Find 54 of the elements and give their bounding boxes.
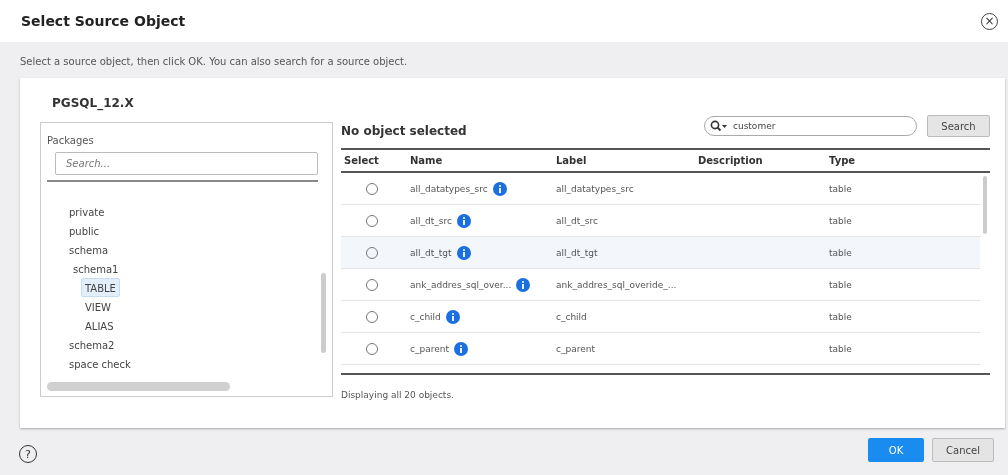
table-cell-text: all_dt_tgt bbox=[555, 247, 599, 258]
info-icon[interactable] bbox=[492, 181, 507, 196]
table-cell-text: table bbox=[828, 279, 853, 290]
scrollbar[interactable] bbox=[321, 273, 326, 353]
selection-heading: No object selected bbox=[341, 124, 468, 138]
tree-item[interactable]: schema bbox=[65, 240, 113, 259]
table-cell-text: ank_addres_sql_overide_... bbox=[555, 279, 678, 290]
scrollbar[interactable] bbox=[983, 176, 987, 234]
object-count: Displaying all 20 objects. bbox=[341, 390, 454, 400]
table-cell: c_parent bbox=[410, 343, 449, 354]
tree-item[interactable]: schema2 bbox=[65, 335, 119, 354]
scrollbar[interactable] bbox=[47, 382, 230, 391]
search-field[interactable]: customer bbox=[704, 116, 917, 136]
table-cell-text: table bbox=[828, 183, 853, 194]
table-cell: all_dt_tgt bbox=[410, 247, 452, 258]
table-cell-text: c_child bbox=[555, 311, 588, 322]
tree-item[interactable]: public bbox=[65, 221, 104, 240]
column-header: Select bbox=[343, 155, 380, 166]
table-cell-text: table bbox=[828, 247, 853, 258]
column-header: Label bbox=[555, 155, 588, 166]
info-icon[interactable] bbox=[456, 245, 471, 260]
column-header: Type bbox=[828, 155, 857, 166]
instructions: Select a source object, then click OK. You can also search for a source object. bbox=[19, 55, 409, 69]
table-cell-text: table bbox=[828, 311, 853, 322]
info-icon[interactable] bbox=[516, 277, 531, 292]
tree-item[interactable]: ALIAS bbox=[81, 316, 118, 335]
search-button[interactable]: Search bbox=[927, 115, 990, 137]
info-icon[interactable] bbox=[453, 341, 468, 356]
table-cell: all_datatypes_src bbox=[410, 183, 488, 194]
tree-item[interactable]: private bbox=[65, 202, 109, 221]
table-row[interactable]: all_dt_tgt all_dt_tgt table bbox=[341, 237, 980, 269]
packages-search-field[interactable]: Search... bbox=[55, 152, 318, 175]
close-button[interactable]: × bbox=[981, 12, 998, 30]
tree-item[interactable]: VIEW bbox=[81, 297, 115, 316]
table-cell: c_child bbox=[410, 311, 441, 322]
column-header: Description bbox=[697, 155, 764, 166]
table-cell-text: table bbox=[828, 215, 853, 226]
cancel-button[interactable]: Cancel bbox=[932, 438, 994, 462]
info-icon[interactable] bbox=[445, 309, 460, 324]
info-icon[interactable] bbox=[456, 213, 471, 228]
connection-name: PGSQL_12.X bbox=[51, 96, 135, 113]
table-cell-text: table bbox=[828, 343, 853, 354]
search-icon[interactable] bbox=[710, 120, 728, 132]
column-header: Name bbox=[409, 155, 444, 166]
table-cell-text: c_parent bbox=[555, 343, 596, 354]
dialog-title: Select Source Object bbox=[21, 13, 186, 29]
packages-label: Packages bbox=[47, 135, 95, 146]
tree-item[interactable]: TABLE bbox=[81, 278, 120, 297]
tree-item[interactable]: space check bbox=[65, 354, 135, 373]
tree-item[interactable]: schema1 bbox=[69, 259, 123, 278]
table-cell-text: all_dt_src bbox=[555, 215, 599, 226]
table-cell: all_dt_src bbox=[410, 215, 452, 226]
table-cell: ank_addres_sql_over... bbox=[410, 279, 512, 290]
table-cell-text: all_datatypes_src bbox=[555, 183, 635, 194]
